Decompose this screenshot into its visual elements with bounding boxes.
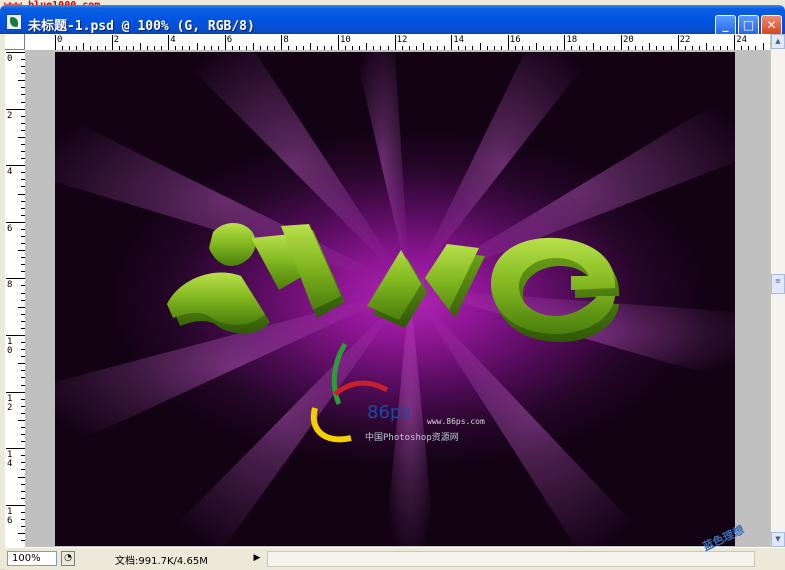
- ruler-tick: [225, 35, 226, 50]
- ruler-label: 0: [7, 55, 15, 64]
- ruler-label: 22: [680, 35, 691, 45]
- ruler-subtick: [423, 43, 424, 50]
- ruler-tick: [338, 35, 339, 50]
- workspace-area: 86ps www.86ps.com 中国Photoshop资源网: [25, 50, 770, 547]
- ruler-label: 8: [7, 281, 15, 290]
- ruler-subtick: [536, 43, 537, 50]
- ruler-subtick: [18, 307, 25, 308]
- scroll-up-button[interactable]: ▲: [771, 34, 785, 49]
- ruler-subtick: [253, 43, 254, 50]
- ruler-tick: [6, 335, 25, 336]
- ruler-tick: [6, 222, 25, 223]
- ruler-subtick: [18, 80, 25, 81]
- minimize-button[interactable]: _: [715, 15, 736, 36]
- ruler-subtick: [18, 194, 25, 195]
- vertical-ruler[interactable]: 0 2 4 6 8 10 12 14 16: [5, 50, 26, 547]
- ruler-subtick: [18, 137, 25, 138]
- ruler-label: 14: [453, 35, 464, 45]
- ruler-tick: [6, 505, 25, 506]
- ruler-label: 16: [7, 508, 15, 526]
- ruler-label: 0: [57, 35, 62, 45]
- scroll-down-button[interactable]: ▼: [771, 532, 785, 547]
- ruler-label: 4: [170, 35, 175, 45]
- close-button[interactable]: ✕: [761, 15, 782, 36]
- ruler-tick: [564, 35, 565, 50]
- ruler-label: 2: [114, 35, 119, 45]
- ruler-label: 6: [227, 35, 232, 45]
- ruler-subtick: [706, 43, 707, 50]
- ruler-tick: [734, 35, 735, 50]
- ruler-subtick: [18, 420, 25, 421]
- ruler-subtick: [310, 43, 311, 50]
- ruler-subtick: [18, 533, 25, 534]
- ruler-label: 2: [7, 112, 15, 121]
- ruler-tick: [6, 448, 25, 449]
- status-bar: 100% ◔ 文档:991.7K/4.65M ▶: [5, 547, 785, 570]
- info-icon[interactable]: ◔: [61, 551, 75, 566]
- ruler-tick: [112, 35, 113, 50]
- ruler-label: 12: [397, 35, 408, 45]
- ruler-tick: [55, 35, 56, 50]
- ruler-label: 8: [283, 35, 288, 45]
- ruler-tick: [678, 35, 679, 50]
- ruler-tick: [6, 278, 25, 279]
- svg-text:中国Photoshop资源网: 中国Photoshop资源网: [365, 431, 459, 443]
- ruler-subtick: [197, 43, 198, 50]
- svg-text:www.86ps.com: www.86ps.com: [427, 417, 485, 426]
- ruler-label: 4: [7, 168, 15, 177]
- ruler-subtick: [480, 43, 481, 50]
- ruler-tick: [508, 35, 509, 50]
- ruler-tick: [6, 52, 25, 53]
- ruler-label: 10: [340, 35, 351, 45]
- ruler-label: 12: [7, 395, 15, 413]
- green-3d-letters: [167, 223, 619, 342]
- scroll-thumb[interactable]: ≡: [771, 274, 785, 294]
- ruler-subtick: [366, 43, 367, 50]
- ruler-subtick: [763, 43, 764, 50]
- ruler-tick: [451, 35, 452, 50]
- ruler-origin[interactable]: [5, 34, 25, 50]
- title-bar[interactable]: 未标题-1.psd @ 100% (G, RGB/8) _ □ ✕: [0, 5, 785, 34]
- maximize-button[interactable]: □: [738, 15, 759, 36]
- ruler-label: 10: [7, 338, 15, 356]
- ruler-subtick: [593, 43, 594, 50]
- photoshop-doc-icon: [6, 14, 22, 30]
- ruler-label: 20: [623, 35, 634, 45]
- ruler-label: 16: [510, 35, 521, 45]
- ruler-subtick: [18, 477, 25, 478]
- document-size-info: 文档:991.7K/4.65M: [115, 552, 208, 567]
- horizontal-ruler[interactable]: 024681012141618202224: [25, 34, 770, 51]
- ruler-tick: [395, 35, 396, 50]
- ruler-label: 6: [7, 225, 15, 234]
- ruler-subtick: [649, 43, 650, 50]
- ruler-tick: [6, 165, 25, 166]
- ruler-tick: [281, 35, 282, 50]
- horizontal-scrollbar[interactable]: [267, 551, 755, 567]
- ruler-subtick: [140, 43, 141, 50]
- ruler-tick: [6, 392, 25, 393]
- ruler-label: 18: [566, 35, 577, 45]
- zoom-field[interactable]: 100%: [7, 551, 57, 566]
- ruler-label: 14: [7, 451, 15, 469]
- photoshop-document-window: www.blue1000.com 未标题-1.psd @ 100% (G, RG…: [0, 0, 785, 569]
- ruler-tick: [6, 109, 25, 110]
- ruler-tick: [168, 35, 169, 50]
- status-menu-arrow-icon[interactable]: ▶: [251, 551, 263, 566]
- ruler-subtick: [18, 363, 25, 364]
- vertical-scrollbar[interactable]: ▲ ≡ ▼: [770, 34, 785, 547]
- svg-text:86ps: 86ps: [367, 402, 411, 423]
- window-title: 未标题-1.psd @ 100% (G, RGB/8): [28, 15, 255, 34]
- ruler-subtick: [18, 250, 25, 251]
- ruler-subtick: [83, 43, 84, 50]
- ruler-tick: [621, 35, 622, 50]
- artwork: 86ps www.86ps.com 中国Photoshop资源网: [55, 52, 735, 546]
- ruler-label: 24: [736, 35, 747, 45]
- document-canvas[interactable]: 86ps www.86ps.com 中国Photoshop资源网: [55, 52, 735, 546]
